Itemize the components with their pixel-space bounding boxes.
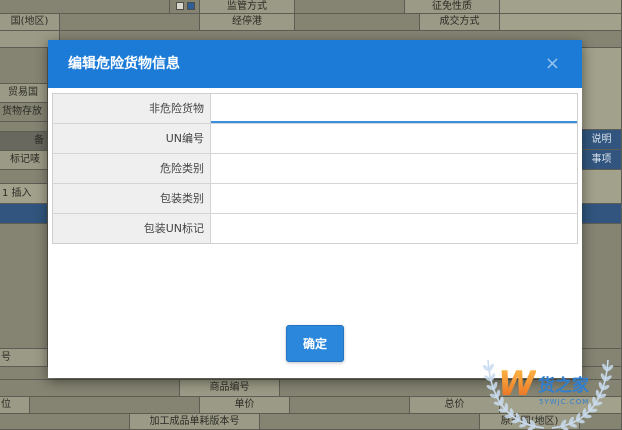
form-cell (60, 14, 200, 31)
bg-label-supervision-mode: 监管方式 (200, 0, 295, 14)
field-label-packing-class: 包装类别 (53, 184, 211, 213)
bg-label-transaction-mode: 成交方式 (420, 14, 500, 31)
edit-dangerous-goods-dialog: 编辑危险货物信息 × 非危险货物 UN编号 危险类别 包装类别 包装UN标记 确… (48, 40, 582, 378)
form-cell (0, 0, 170, 14)
table-header-band (582, 204, 622, 224)
field-label-packing-un-mark: 包装UN标记 (53, 214, 211, 243)
form-row-packing-un-mark: 包装UN标记 (53, 214, 577, 243)
form-cell (290, 397, 410, 414)
form-cell (0, 414, 130, 430)
field-label-non-dangerous-goods: 非危险货物 (53, 94, 211, 123)
bg-insert-row-button[interactable]: 1 插入 (0, 184, 48, 204)
bg-label-unit: 位 (0, 397, 30, 414)
form-cell (0, 224, 48, 349)
form-cell (260, 414, 480, 430)
logo-mark: W (498, 364, 536, 404)
bg-explain-button[interactable]: 说明 (582, 130, 622, 150)
form-cell (500, 0, 622, 14)
bg-label-country-region: 国(地区) (0, 14, 60, 31)
bg-label-trade-country: 贸易国 (0, 84, 48, 103)
form-cell (582, 224, 622, 349)
dangerous-goods-form: 非危险货物 UN编号 危险类别 包装类别 包装UN标记 (52, 93, 578, 244)
form-row-packing-class: 包装类别 (53, 184, 577, 214)
close-icon[interactable]: × (545, 40, 560, 88)
form-cell (500, 14, 622, 31)
confirm-button[interactable]: 确定 (286, 325, 344, 362)
bg-matters-button[interactable]: 事项 (582, 150, 622, 170)
form-cell (295, 14, 420, 31)
form-cell (295, 0, 405, 14)
bg-label-exemption-nature: 征免性质 (405, 0, 500, 14)
packing-class-input[interactable] (211, 184, 577, 213)
bg-label-remark: 备 (0, 132, 48, 151)
watermark-logo: W 货之家 5YWJC.COM (478, 352, 618, 430)
form-cell (582, 170, 622, 204)
bg-label-item-no: 号 (0, 349, 48, 367)
bg-label-consumption-version: 加工成品单耗版本号 (130, 414, 260, 430)
logo-url: 5YWJC.COM (539, 398, 590, 406)
form-cell (0, 380, 180, 397)
bg-label-storage-place: 货物存放 (0, 103, 48, 122)
bg-label-marks: 标记唛 (0, 151, 48, 170)
form-row-danger-class: 危险类别 (53, 154, 577, 184)
table-header-band (0, 204, 48, 224)
checkbox-icon[interactable] (176, 2, 184, 10)
form-cell (582, 48, 622, 130)
form-cell (0, 170, 48, 184)
packing-un-mark-input[interactable] (211, 214, 577, 243)
form-cell (170, 0, 200, 14)
form-cell (0, 48, 48, 84)
un-number-input[interactable] (211, 124, 577, 153)
bg-label-unit-price: 单价 (200, 397, 290, 414)
dialog-title: 编辑危险货物信息 (68, 56, 180, 72)
non-dangerous-goods-input[interactable] (211, 94, 577, 123)
form-cell (30, 397, 200, 414)
form-row-non-dangerous-goods: 非危险货物 (53, 94, 577, 124)
checkbox-icon[interactable] (187, 2, 195, 10)
field-label-danger-class: 危险类别 (53, 154, 211, 183)
field-label-un-number: UN编号 (53, 124, 211, 153)
logo-name: 货之家 (538, 376, 589, 396)
form-row-un-number: UN编号 (53, 124, 577, 154)
form-cell (0, 122, 48, 132)
dialog-header: 编辑危险货物信息 × (48, 40, 582, 88)
danger-class-input[interactable] (211, 154, 577, 183)
bg-label-stop-port: 经停港 (200, 14, 295, 31)
bg-label-goods-code: 商品编号 (180, 380, 280, 397)
